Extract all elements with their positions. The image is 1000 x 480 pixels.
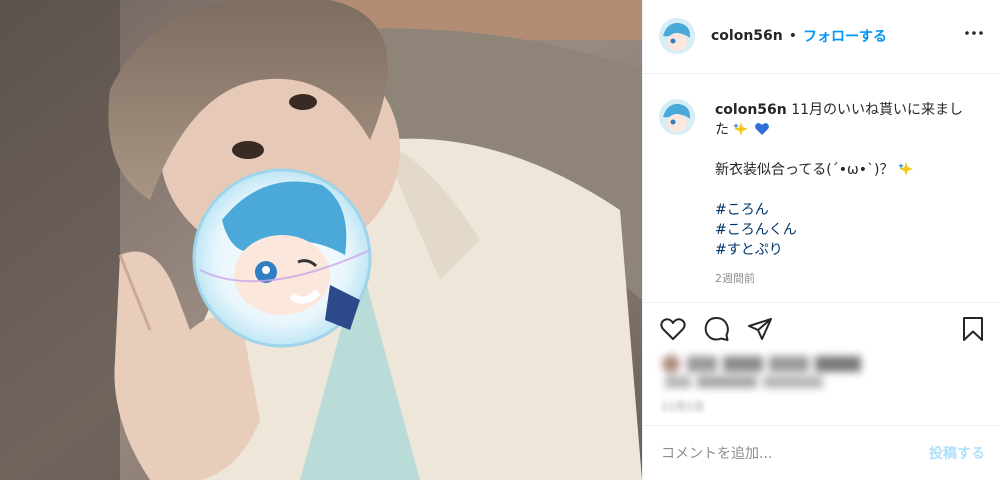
sparkle-emoji-icon	[897, 162, 913, 176]
post-photo-image	[0, 0, 642, 480]
post-photo[interactable]	[0, 0, 642, 480]
comment-icon[interactable]	[703, 315, 731, 343]
action-bar	[643, 302, 1000, 354]
post-caption: colon56n 11月のいいね貰いに来まし た 新衣装似合ってる(´•ω•`)…	[715, 100, 981, 260]
blurred-date: 11月1日	[661, 400, 704, 413]
sparkle-emoji-icon	[733, 122, 749, 136]
caption-text-line2: た	[715, 122, 729, 138]
hashtag-link[interactable]: #すとぷり	[715, 240, 981, 260]
bookmark-icon[interactable]	[959, 315, 987, 343]
blue-heart-emoji-icon	[755, 123, 769, 135]
more-options-icon[interactable]	[963, 22, 985, 44]
comment-input[interactable]	[659, 443, 903, 465]
instagram-post-embed: colon56n • フォローする colon56n 11月のいいね貰いに来まし…	[0, 0, 1000, 480]
header-text: colon56n • フォローする	[711, 26, 887, 46]
header-separator: •	[788, 28, 798, 44]
caption-first-line: colon56n 11月のいいね貰いに来まし	[715, 100, 981, 120]
post-comment-button[interactable]: 投稿する	[929, 443, 985, 463]
hashtag-link[interactable]: #ころんくん	[715, 220, 981, 240]
avatar[interactable]	[659, 18, 695, 54]
share-icon[interactable]	[746, 315, 774, 343]
avatar-image	[659, 18, 695, 54]
comment-box: 投稿する	[643, 425, 1000, 480]
caption-text-line1: 11月のいいね貰いに来まし	[791, 102, 964, 118]
post-header: colon56n • フォローする	[643, 0, 1000, 74]
caption-blank	[715, 180, 981, 200]
caption-blank	[715, 140, 981, 160]
post-sidebar: colon56n • フォローする colon56n 11月のいいね貰いに来まし…	[642, 0, 1000, 480]
caption-third-line: 新衣装似合ってる(´•ω•`)？	[715, 160, 981, 180]
blurred-likes	[657, 350, 907, 392]
follow-button[interactable]: フォローする	[803, 26, 887, 46]
caption-avatar[interactable]	[659, 99, 695, 135]
caption-second-line: た	[715, 120, 981, 140]
hashtag-link[interactable]: #ころん	[715, 200, 981, 220]
caption-username[interactable]: colon56n	[715, 102, 787, 118]
heart-icon[interactable]	[659, 315, 687, 343]
header-username[interactable]: colon56n	[711, 28, 783, 44]
caption-text-line3: 新衣装似合ってる(´•ω•`)？	[715, 162, 894, 178]
caption-avatar-image	[659, 99, 695, 135]
post-time-ago: 2週間前	[715, 272, 755, 285]
